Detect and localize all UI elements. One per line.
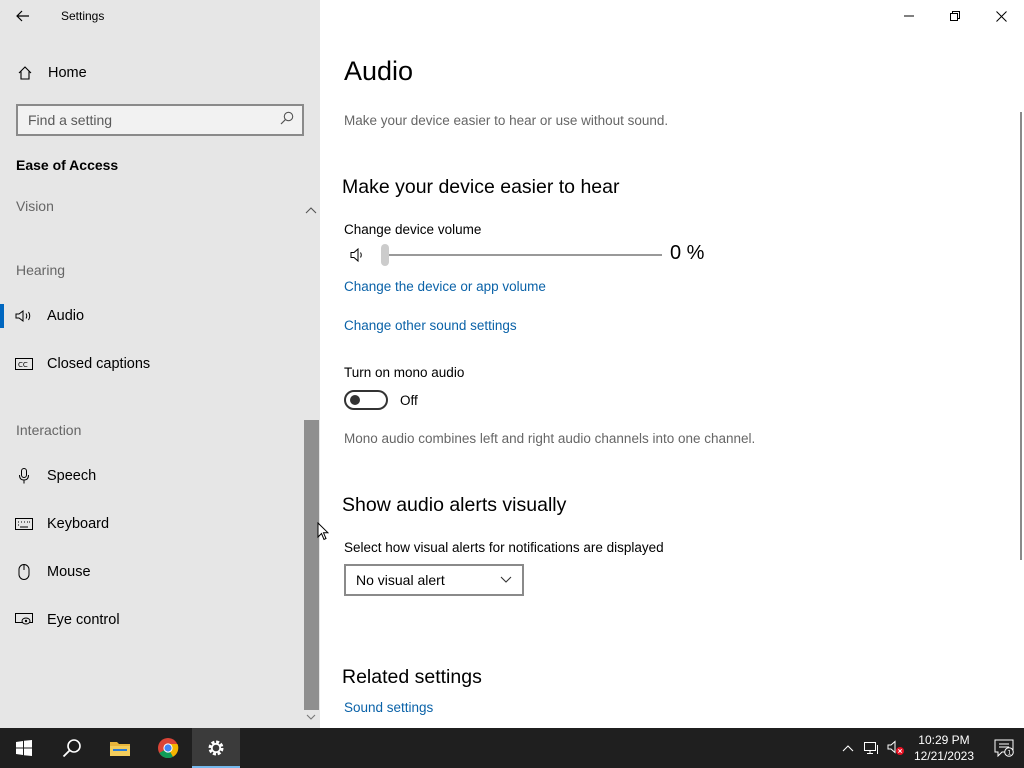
eye-control-icon (15, 613, 33, 627)
sidebar-item-mouse[interactable]: Mouse (0, 552, 304, 592)
restore-button[interactable] (932, 0, 978, 32)
mono-audio-toggle-row: Off (344, 390, 418, 410)
clock-date: 12/21/2023 (913, 749, 974, 763)
other-sound-settings-link[interactable]: Change other sound settings (344, 318, 517, 333)
page-subtitle: Make your device easier to hear or use w… (344, 113, 669, 128)
sound-settings-link[interactable]: Sound settings (344, 700, 433, 715)
visual-alert-dropdown[interactable]: No visual alert (344, 564, 524, 596)
dropdown-value: No visual alert (356, 572, 445, 588)
volume-slider-track[interactable] (384, 254, 662, 256)
taskbar-clock[interactable]: 10:29 PM 12/21/2023 (908, 732, 984, 764)
network-icon (863, 742, 878, 754)
minimize-icon (904, 15, 914, 17)
mouse-cursor-icon (317, 522, 329, 541)
mono-audio-toggle[interactable] (344, 390, 388, 410)
group-label-hearing: Hearing (16, 262, 66, 278)
sidebar-item-audio[interactable]: Audio (0, 296, 304, 336)
back-arrow-icon (16, 10, 29, 22)
search-icon (62, 739, 81, 758)
mono-audio-description: Mono audio combines left and right audio… (344, 431, 756, 446)
restore-icon (950, 11, 960, 21)
volume-slider-thumb[interactable] (381, 244, 389, 266)
sidebar-item-eye-control[interactable]: Eye control (0, 600, 304, 640)
sidebar: Settings Home Ease of Access Vision Hear… (0, 0, 320, 728)
window-controls (886, 0, 1024, 32)
windows-logo-icon (16, 740, 32, 756)
closed-captions-icon: CC (15, 358, 33, 370)
app-title: Settings (61, 9, 105, 23)
home-icon (17, 65, 33, 81)
search-input[interactable] (28, 112, 268, 128)
settings-app-button[interactable] (192, 728, 240, 768)
chevron-down-icon (500, 576, 512, 583)
network-button[interactable] (860, 728, 884, 768)
start-button[interactable] (0, 728, 48, 768)
gear-icon (208, 740, 224, 756)
system-tray: 10:29 PM 12/21/2023 1 (836, 728, 1024, 768)
speaker-muted-icon (887, 740, 904, 755)
volume-label: Change device volume (344, 222, 482, 237)
main-content: Audio Make your device easier to hear or… (320, 0, 1024, 728)
minimize-button[interactable] (886, 0, 932, 32)
file-explorer-button[interactable] (96, 728, 144, 768)
device-app-volume-link[interactable]: Change the device or app volume (344, 279, 546, 294)
section-heading: Ease of Access (16, 157, 119, 173)
action-center-button[interactable]: 1 (984, 728, 1024, 768)
taskbar: 10:29 PM 12/21/2023 1 (0, 728, 1024, 768)
group-label-interaction: Interaction (16, 422, 82, 438)
sidebar-item-keyboard[interactable]: Keyboard (0, 504, 304, 544)
chevron-up-icon (842, 745, 854, 752)
sidebar-scrollbar[interactable] (304, 420, 319, 710)
chrome-icon (158, 738, 179, 759)
sidebar-item-label: Home (48, 65, 87, 81)
microphone-icon (15, 468, 33, 484)
visual-alert-label: Select how visual alerts for notificatio… (344, 540, 664, 555)
volume-value: 0 % (670, 242, 705, 264)
sidebar-item-label: Mouse (47, 564, 91, 580)
section-heading-related: Related settings (342, 666, 482, 688)
folder-icon (110, 742, 130, 756)
search-box[interactable] (16, 104, 304, 136)
section-heading-hear: Make your device easier to hear (342, 176, 620, 198)
sidebar-item-label: Audio (47, 308, 85, 324)
clock-time: 10:29 PM (918, 733, 970, 747)
search-icon[interactable] (280, 111, 294, 130)
sidebar-item-home[interactable]: Home (0, 56, 304, 90)
close-button[interactable] (978, 0, 1024, 32)
sidebar-item-closed-captions[interactable]: CC Closed captions (0, 344, 304, 384)
volume-button[interactable] (884, 728, 908, 768)
speaker-mute-icon[interactable] (350, 247, 366, 268)
main-scrollbar[interactable] (1020, 112, 1022, 560)
section-heading-alerts: Show audio alerts visually (342, 494, 567, 516)
keyboard-icon (15, 518, 33, 530)
close-icon (995, 10, 1007, 22)
svg-text:CC: CC (18, 361, 28, 369)
sidebar-item-label: Closed captions (47, 356, 151, 372)
sidebar-item-label: Eye control (47, 612, 120, 628)
speaker-icon (15, 309, 33, 323)
volume-control: 0 % (344, 241, 724, 269)
toggle-state: Off (400, 392, 418, 408)
back-button[interactable] (0, 0, 46, 32)
group-label-vision: Vision (16, 198, 54, 214)
page-title: Audio (344, 56, 414, 86)
notification-count: 1 (1007, 748, 1011, 756)
taskbar-search-button[interactable] (48, 728, 96, 768)
sidebar-item-label: Speech (47, 468, 97, 484)
sidebar-item-speech[interactable]: Speech (0, 456, 304, 496)
chevron-down-icon[interactable] (306, 713, 316, 724)
mouse-icon (15, 564, 33, 580)
title-bar: Settings (0, 0, 320, 32)
toggle-knob (350, 395, 360, 405)
mono-audio-label: Turn on mono audio (344, 365, 465, 380)
sidebar-item-label: Keyboard (47, 516, 110, 532)
show-hidden-icons-button[interactable] (836, 728, 860, 768)
chrome-button[interactable] (144, 728, 192, 768)
notification-icon: 1 (994, 739, 1014, 757)
chevron-up-icon[interactable] (305, 201, 317, 219)
